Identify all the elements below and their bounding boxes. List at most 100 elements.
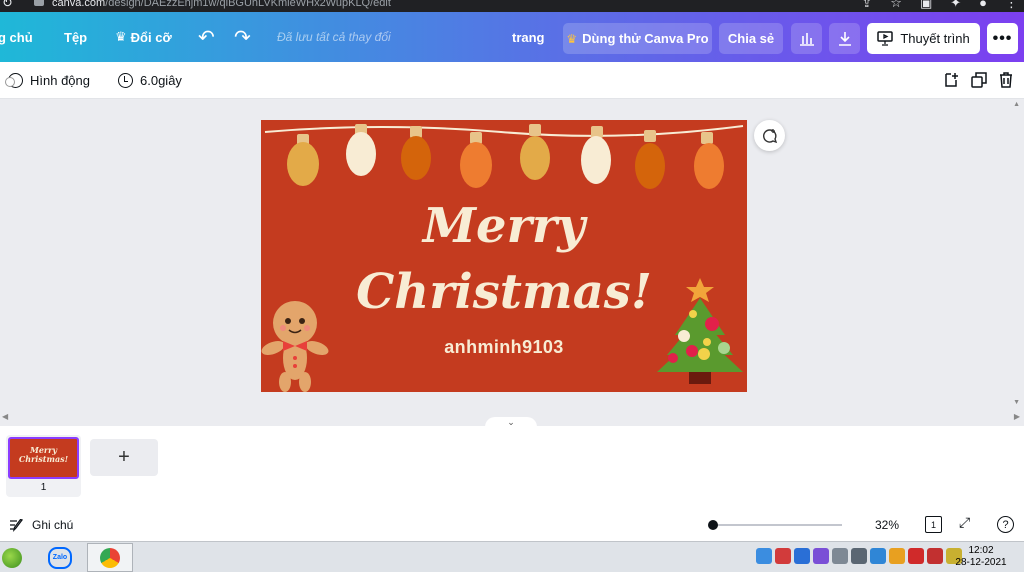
arrow-down-icon — [838, 32, 851, 46]
notes-icon — [10, 518, 24, 532]
bulb-4 — [460, 132, 492, 188]
tray-icon-8[interactable] — [889, 548, 905, 564]
bulb-2 — [346, 124, 376, 176]
more-options-button[interactable]: ••• — [987, 23, 1018, 54]
page-number: 1 — [40, 482, 47, 493]
bulb-5 — [520, 124, 550, 180]
green-app-icon — [2, 547, 22, 568]
add-page-icon[interactable] — [943, 62, 959, 98]
duration-button[interactable]: 6.0giây — [118, 62, 182, 98]
tray-icon-1[interactable] — [756, 548, 772, 564]
bulb-7 — [635, 130, 665, 189]
undo-icon[interactable]: ↶ — [198, 12, 215, 62]
tray-icon-3[interactable] — [794, 548, 810, 564]
browser-address-bar: ↻ canva.com/design/DAEzzEhjm1w/qlBGUhLVK… — [0, 0, 1024, 12]
scroll-down-arrow[interactable]: ▼ — [1013, 399, 1020, 406]
share-page-icon[interactable]: ⇪ — [861, 0, 872, 11]
animate-button[interactable]: Hình động — [5, 62, 90, 98]
volume-icon[interactable] — [832, 548, 848, 564]
windows-taskbar: Zalo 12:02 28-12-2021 — [0, 541, 1024, 572]
home-button[interactable]: g chủ — [0, 12, 33, 62]
thumbnail-title-line2: Christmas! — [18, 454, 69, 464]
duplicate-glyph — [971, 72, 987, 88]
christmas-card-design[interactable]: Merry Christmas! anhminh9103 — [261, 120, 747, 392]
zoom-level[interactable]: 32% — [875, 510, 899, 540]
canvas-area: Merry Christmas! anhminh9103 ▲ ▼ ◀ ▶ ⌄ — [0, 99, 1024, 427]
download-icon[interactable] — [829, 23, 860, 54]
notes-button[interactable]: Ghi chú — [9, 510, 73, 540]
add-comment-icon[interactable] — [754, 120, 785, 151]
fullscreen-icon[interactable]: ⤢ — [959, 514, 970, 531]
help-button[interactable]: ? — [997, 516, 1014, 533]
bulb-3 — [401, 126, 431, 180]
presentation-icon — [877, 31, 894, 46]
add-page-button[interactable]: + — [90, 439, 158, 476]
bulb-8 — [694, 132, 724, 189]
taskbar-app-1[interactable] — [0, 543, 24, 572]
redo-icon[interactable]: ↷ — [234, 12, 251, 62]
comment-plus-icon — [762, 128, 777, 143]
add-page-glyph — [945, 73, 958, 87]
crown-icon: ♛ — [566, 31, 578, 46]
profile-icon[interactable]: ● — [979, 0, 987, 11]
taskbar-chrome[interactable] — [87, 543, 133, 572]
page-title[interactable]: trang — [512, 12, 545, 62]
editor-footer: Ghi chú 32% 1 ⤢ ? — [0, 510, 1024, 540]
reload-icon[interactable]: ↻ — [2, 0, 13, 11]
tray-icon-4[interactable] — [813, 548, 829, 564]
clock-icon — [118, 72, 133, 88]
scroll-up-arrow[interactable]: ▲ — [1013, 101, 1020, 108]
canva-top-bar: g chủ Tệp ♛ Đổi cỡ ↶ ↷ Đã lưu tất cả tha… — [0, 12, 1024, 62]
tray-icon-2[interactable] — [775, 548, 791, 564]
url-text[interactable]: canva.com/design/DAEzzEhjm1w/qlBGUhLVKml… — [52, 0, 391, 9]
puzzle-icon[interactable]: ✦ — [950, 0, 961, 11]
light-string — [264, 125, 744, 137]
duplicate-page-icon[interactable] — [971, 62, 987, 98]
tray-icon-10[interactable] — [927, 548, 943, 564]
lock-icon[interactable] — [34, 0, 44, 6]
share-button[interactable]: Chia sẻ — [719, 23, 783, 54]
animate-label: Hình động — [30, 72, 90, 88]
bar-chart-icon — [799, 32, 814, 46]
extension-icon[interactable]: ▣ — [920, 0, 932, 11]
design-title-line2[interactable]: Christmas! — [261, 264, 747, 320]
system-tray — [756, 548, 962, 564]
system-clock[interactable]: 12:02 28-12-2021 — [950, 545, 1012, 569]
animation-icon — [5, 72, 23, 88]
tray-icon-9[interactable] — [908, 548, 924, 564]
taskbar-zalo[interactable]: Zalo — [44, 543, 76, 572]
bulb-1 — [287, 134, 319, 186]
duration-label: 6.0giây — [140, 72, 182, 88]
pro-label: Dùng thử Canva Pro — [582, 31, 709, 46]
zoom-slider-track[interactable] — [712, 524, 842, 526]
file-menu-button[interactable]: Tệp — [64, 12, 87, 62]
thumbnail-preview: Merry Christmas! — [8, 437, 79, 479]
page-count-button[interactable]: 1 — [925, 516, 942, 533]
design-username[interactable]: anhminh9103 — [261, 337, 747, 358]
present-button[interactable]: Thuyết trình — [867, 23, 980, 54]
zoom-slider-handle[interactable] — [708, 520, 718, 530]
trash-icon — [1000, 72, 1012, 88]
crown-icon: ♛ — [115, 29, 127, 44]
bulb-6 — [581, 126, 611, 184]
bookmark-star-icon[interactable]: ☆ — [890, 0, 902, 11]
scroll-right-arrow[interactable]: ▶ — [1014, 412, 1020, 421]
chrome-icon — [100, 547, 120, 568]
design-title-line1[interactable]: Merry — [261, 198, 747, 254]
insights-icon[interactable] — [791, 23, 822, 54]
browser-toolbar-icons: ⇪ ☆ ▣ ✦ ● ⋮ — [861, 0, 1018, 11]
resize-label: Đổi cỡ — [130, 29, 172, 45]
try-canva-pro-button[interactable]: ♛ Dùng thử Canva Pro — [563, 23, 712, 54]
page-thumbnail[interactable]: Merry Christmas! 1 — [6, 435, 81, 497]
delete-page-icon[interactable] — [999, 62, 1013, 98]
resize-button[interactable]: ♛ Đổi cỡ — [115, 12, 172, 62]
tray-icon-7[interactable] — [870, 548, 886, 564]
present-label: Thuyết trình — [900, 31, 970, 46]
network-icon[interactable] — [851, 548, 867, 564]
save-status: Đã lưu tất cả thay đổi — [277, 30, 391, 44]
scroll-left-arrow[interactable]: ◀ — [2, 412, 8, 421]
clock-time: 12:02 — [968, 545, 994, 556]
browser-menu-icon[interactable]: ⋮ — [1005, 0, 1018, 11]
clock-date: 28-12-2021 — [955, 557, 1007, 568]
zalo-icon: Zalo — [48, 546, 72, 569]
